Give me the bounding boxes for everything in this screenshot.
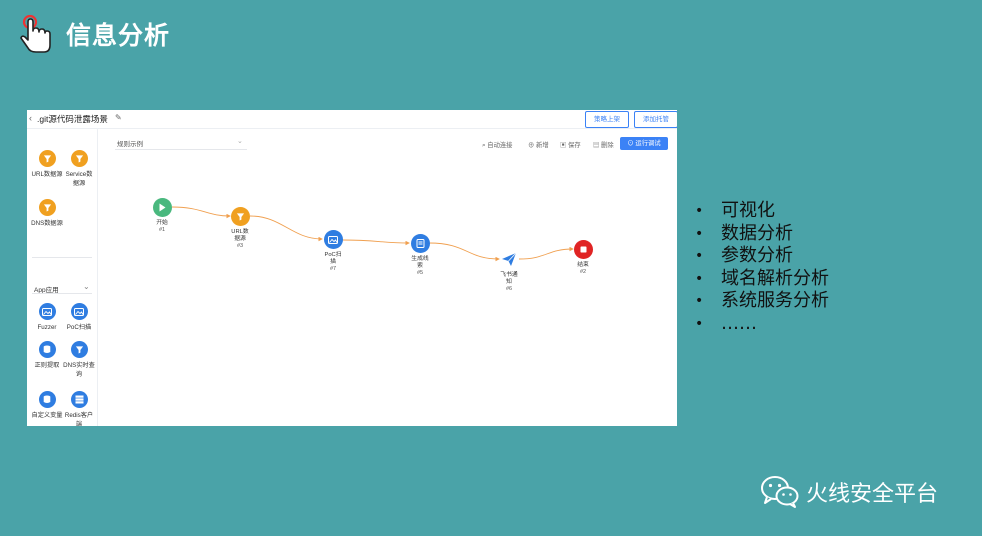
workflow-screenshot: ‹ .git源代码泄露场景 ✎ 策略上架 添加托管 URL数据源 Service… — [27, 110, 677, 426]
bullet-item: 系统服务分析 — [695, 290, 829, 313]
flow-node-poc-scan[interactable]: PoC扫描 #7 — [313, 230, 353, 273]
sidebar-divider — [32, 257, 92, 258]
image-icon — [70, 303, 88, 320]
node-label: 生成线索 — [411, 256, 429, 269]
database-icon — [38, 341, 56, 358]
server-icon — [70, 391, 88, 408]
brand-name: 火线安全平台 — [806, 482, 939, 507]
palette-dns-datasource[interactable]: DNS数据源 — [31, 199, 63, 228]
palette-poc-scan[interactable]: PoC扫描 — [63, 303, 95, 332]
palette-custom-variable[interactable]: 自定义变量 — [31, 391, 63, 420]
flow-edges — [171, 206, 574, 262]
node-id: #7 — [329, 266, 337, 272]
image-icon — [38, 303, 56, 320]
image-icon — [323, 230, 343, 249]
palette-fuzzer[interactable]: Fuzzer — [31, 303, 63, 332]
palette-label: Fuzzer — [37, 324, 57, 331]
filter-icon — [38, 150, 56, 167]
database-icon — [38, 391, 56, 408]
document-icon — [410, 234, 430, 253]
bullet-item: 参数分析 — [695, 245, 829, 268]
palette-regex-extract[interactable]: 正则提取 — [31, 341, 63, 370]
palette-label: DNS数据源 — [31, 220, 63, 227]
palette-label: PoC扫描 — [66, 324, 92, 331]
back-arrow-icon[interactable]: ‹ — [29, 113, 32, 123]
filter-icon — [230, 207, 250, 226]
chevron-down-icon[interactable]: ⌄ — [83, 282, 90, 291]
slide-title: 信息分析 — [66, 21, 171, 50]
node-id: #1 — [158, 227, 166, 233]
palette-redis-client[interactable]: Redis客户端 — [63, 391, 95, 426]
node-label: 开始 — [156, 220, 168, 226]
palette-label: Redis客户端 — [64, 412, 94, 426]
node-label: 飞书通知 — [500, 272, 518, 285]
add-hosting-button[interactable]: 添加托管 — [634, 111, 677, 128]
play-icon — [152, 198, 172, 217]
node-id: #6 — [505, 286, 513, 292]
flow-node-url-datasource[interactable]: URL数据源 #3 — [220, 207, 260, 250]
node-id: #5 — [416, 270, 424, 276]
palette-label: URL数据源 — [31, 171, 63, 178]
send-icon — [500, 250, 519, 269]
node-id: #3 — [236, 243, 244, 249]
scenario-title: .git源代码泄露场景 — [37, 114, 108, 124]
flow-node-end[interactable]: 结束 #2 — [563, 240, 603, 276]
node-palette-sidebar: URL数据源 Service数据源 DNS数据源 App应用 ⌄ Fuzzer — [27, 129, 98, 426]
filter-icon — [38, 199, 56, 216]
wechat-icon — [761, 476, 799, 508]
node-label: URL数据源 — [231, 229, 249, 242]
slide-header: 信息分析 — [18, 14, 170, 54]
filter-icon — [70, 150, 88, 167]
bullet-item: …… — [695, 313, 829, 336]
node-id: #2 — [579, 269, 587, 275]
palette-url-datasource[interactable]: URL数据源 — [31, 150, 63, 179]
edit-icon[interactable]: ✎ — [115, 113, 122, 122]
workflow-canvas[interactable]: 规则示例 ⌄ ⌕ 自动连接 ⊕ 新增 ▣ 保存 ▤ 删除 ⊙ 运行调试 开始 # — [107, 129, 677, 426]
flow-node-start[interactable]: 开始 #1 — [142, 198, 182, 234]
bullet-item: 数据分析 — [695, 223, 829, 246]
bullet-item: 域名解析分析 — [695, 268, 829, 291]
brand-footer: 火线安全平台 — [760, 474, 938, 510]
flow-node-feishu-notify[interactable]: 飞书通知 #6 — [489, 250, 529, 293]
feature-bullet-list: 可视化 数据分析 参数分析 域名解析分析 系统服务分析 …… — [695, 200, 829, 335]
flow-node-generate-clue[interactable]: 生成线索 #5 — [400, 234, 440, 277]
palette-label: 自定义变量 — [31, 412, 63, 419]
palette-service-datasource[interactable]: Service数据源 — [63, 150, 95, 188]
screenshot-topbar: ‹ .git源代码泄露场景 ✎ 策略上架 添加托管 — [27, 110, 677, 129]
hand-pointer-icon — [20, 14, 51, 53]
sidebar-divider — [32, 293, 92, 294]
publish-strategy-button[interactable]: 策略上架 — [585, 111, 629, 128]
palette-label: 正则提取 — [34, 362, 60, 369]
palette-label: Service数据源 — [65, 171, 93, 187]
bullet-item: 可视化 — [695, 200, 829, 223]
node-label: 结束 — [577, 262, 589, 268]
flow-edge — [249, 215, 323, 242]
palette-dns-realtime-query[interactable]: DNS实时查询 — [63, 341, 95, 379]
filter-icon — [70, 341, 88, 358]
palette-label: DNS实时查询 — [63, 362, 95, 378]
stop-icon — [573, 240, 593, 259]
node-label: PoC扫描 — [324, 252, 342, 265]
